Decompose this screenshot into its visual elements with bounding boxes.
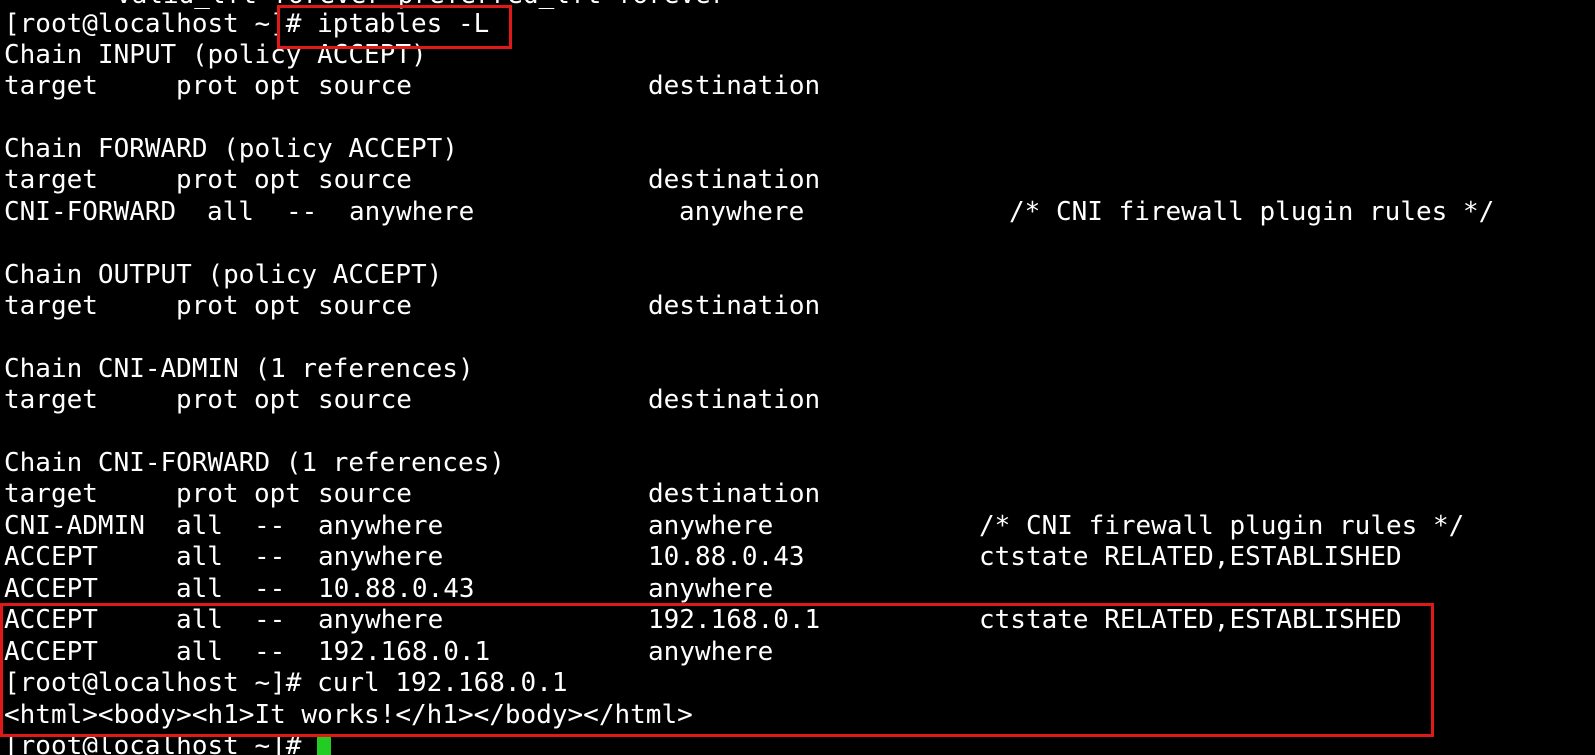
rule-opt: -- <box>254 574 286 604</box>
rule-opt: -- <box>254 605 286 635</box>
header-destination: destination <box>648 165 821 195</box>
chain-forward-title: Chain FORWARD (policy ACCEPT) <box>4 134 458 164</box>
rule-destination: anywhere <box>648 637 774 667</box>
rule-extra: ctstate RELATED,ESTABLISHED <box>979 542 1402 572</box>
chain-cni-forward-header: target prot opt source destination <box>4 479 820 510</box>
header-destination: destination <box>648 291 821 321</box>
header-source: source <box>318 385 412 415</box>
text-cursor <box>317 733 332 755</box>
chain-cni-admin-title: Chain CNI-ADMIN (1 references) <box>4 354 474 384</box>
rule-destination: 10.88.0.43 <box>648 542 805 572</box>
rule-extra: /* CNI firewall plugin rules */ <box>979 511 1465 541</box>
chain-cni-admin-header: target prot opt source destination <box>4 385 820 416</box>
rule-source: 10.88.0.43 <box>318 574 475 604</box>
rule-prot: all <box>176 574 223 604</box>
chain-forward-header: target prot opt source destination <box>4 165 820 196</box>
header-prot: prot <box>176 291 239 321</box>
header-target: target <box>4 165 98 195</box>
header-source: source <box>318 165 412 195</box>
rule-destination: anywhere <box>679 197 805 227</box>
header-target: target <box>4 385 98 415</box>
chain-input-header: target prot opt source destination <box>4 71 820 102</box>
header-target: target <box>4 479 98 509</box>
rule-target: ACCEPT <box>4 637 98 667</box>
curl-output: <html><body><h1>It works!</h1></body></h… <box>4 700 693 730</box>
terminal-current-prompt[interactable]: [root@localhost ~]# <box>4 731 332 755</box>
terminal-window[interactable]: valid_lft forever preferred_lft forever … <box>0 0 1595 755</box>
rule-opt: -- <box>254 542 286 572</box>
chain-input-title: Chain INPUT (policy ACCEPT) <box>4 40 427 70</box>
rule-opt: -- <box>254 637 286 667</box>
rule-extra: /* CNI firewall plugin rules */ <box>1009 197 1495 227</box>
terminal-command-line: [root@localhost ~]# curl 192.168.0.1 <box>4 668 568 698</box>
header-prot: prot <box>176 71 239 101</box>
rule-source: anywhere <box>318 542 444 572</box>
chain-output-title: Chain OUTPUT (policy ACCEPT) <box>4 260 443 290</box>
rule-target: ACCEPT <box>4 574 98 604</box>
shell-prompt: [root@localhost ~] <box>4 9 286 39</box>
rule-prot: all <box>176 605 223 635</box>
rule-prot: all <box>176 637 223 667</box>
rule-prot: all <box>176 511 223 541</box>
header-source: source <box>318 71 412 101</box>
rule-opt: -- <box>286 197 318 227</box>
rule-destination: 192.168.0.1 <box>648 605 821 635</box>
rule-prot: all <box>176 542 223 572</box>
rule-row: CNI-FORWARD all -- anywhere anywhere /* … <box>4 197 1494 228</box>
rule-source: 192.168.0.1 <box>318 637 491 667</box>
chain-cni-forward-title: Chain CNI-FORWARD (1 references) <box>4 448 505 478</box>
rule-source: anywhere <box>318 605 444 635</box>
rule-opt: -- <box>254 511 286 541</box>
rule-row: CNI-ADMIN all -- anywhere anywhere /* CN… <box>4 511 1464 542</box>
rule-row: ACCEPT all -- anywhere 10.88.0.43 ctstat… <box>4 542 1402 573</box>
header-opt: opt <box>254 291 301 321</box>
header-opt: opt <box>254 479 301 509</box>
rule-source: anywhere <box>318 511 444 541</box>
rule-row: ACCEPT all -- 192.168.0.1 anywhere <box>4 637 773 668</box>
header-prot: prot <box>176 385 239 415</box>
chain-output-header: target prot opt source destination <box>4 291 820 322</box>
rule-destination: anywhere <box>648 574 774 604</box>
header-opt: opt <box>254 71 301 101</box>
header-target: target <box>4 291 98 321</box>
rule-prot: all <box>207 197 254 227</box>
header-destination: destination <box>648 71 821 101</box>
shell-prompt: [root@localhost ~]# <box>4 731 318 755</box>
terminal-command-line: [root@localhost ~]# iptables -L <box>4 9 489 40</box>
header-source: source <box>318 291 412 321</box>
rule-target: CNI-ADMIN <box>4 511 145 541</box>
header-destination: destination <box>648 385 821 415</box>
rule-row: ACCEPT all -- anywhere 192.168.0.1 ctsta… <box>4 605 1402 636</box>
rule-target: ACCEPT <box>4 542 98 572</box>
rule-target: CNI-FORWARD <box>4 197 177 227</box>
rule-source: anywhere <box>349 197 475 227</box>
rule-extra: ctstate RELATED,ESTABLISHED <box>979 605 1402 635</box>
header-target: target <box>4 71 98 101</box>
command-text: # iptables -L <box>285 9 490 39</box>
rule-destination: anywhere <box>648 511 774 541</box>
header-prot: prot <box>176 479 239 509</box>
header-destination: destination <box>648 479 821 509</box>
header-opt: opt <box>254 385 301 415</box>
rule-target: ACCEPT <box>4 605 98 635</box>
header-prot: prot <box>176 165 239 195</box>
header-opt: opt <box>254 165 301 195</box>
header-source: source <box>318 479 412 509</box>
rule-row: ACCEPT all -- 10.88.0.43 anywhere <box>4 574 773 605</box>
